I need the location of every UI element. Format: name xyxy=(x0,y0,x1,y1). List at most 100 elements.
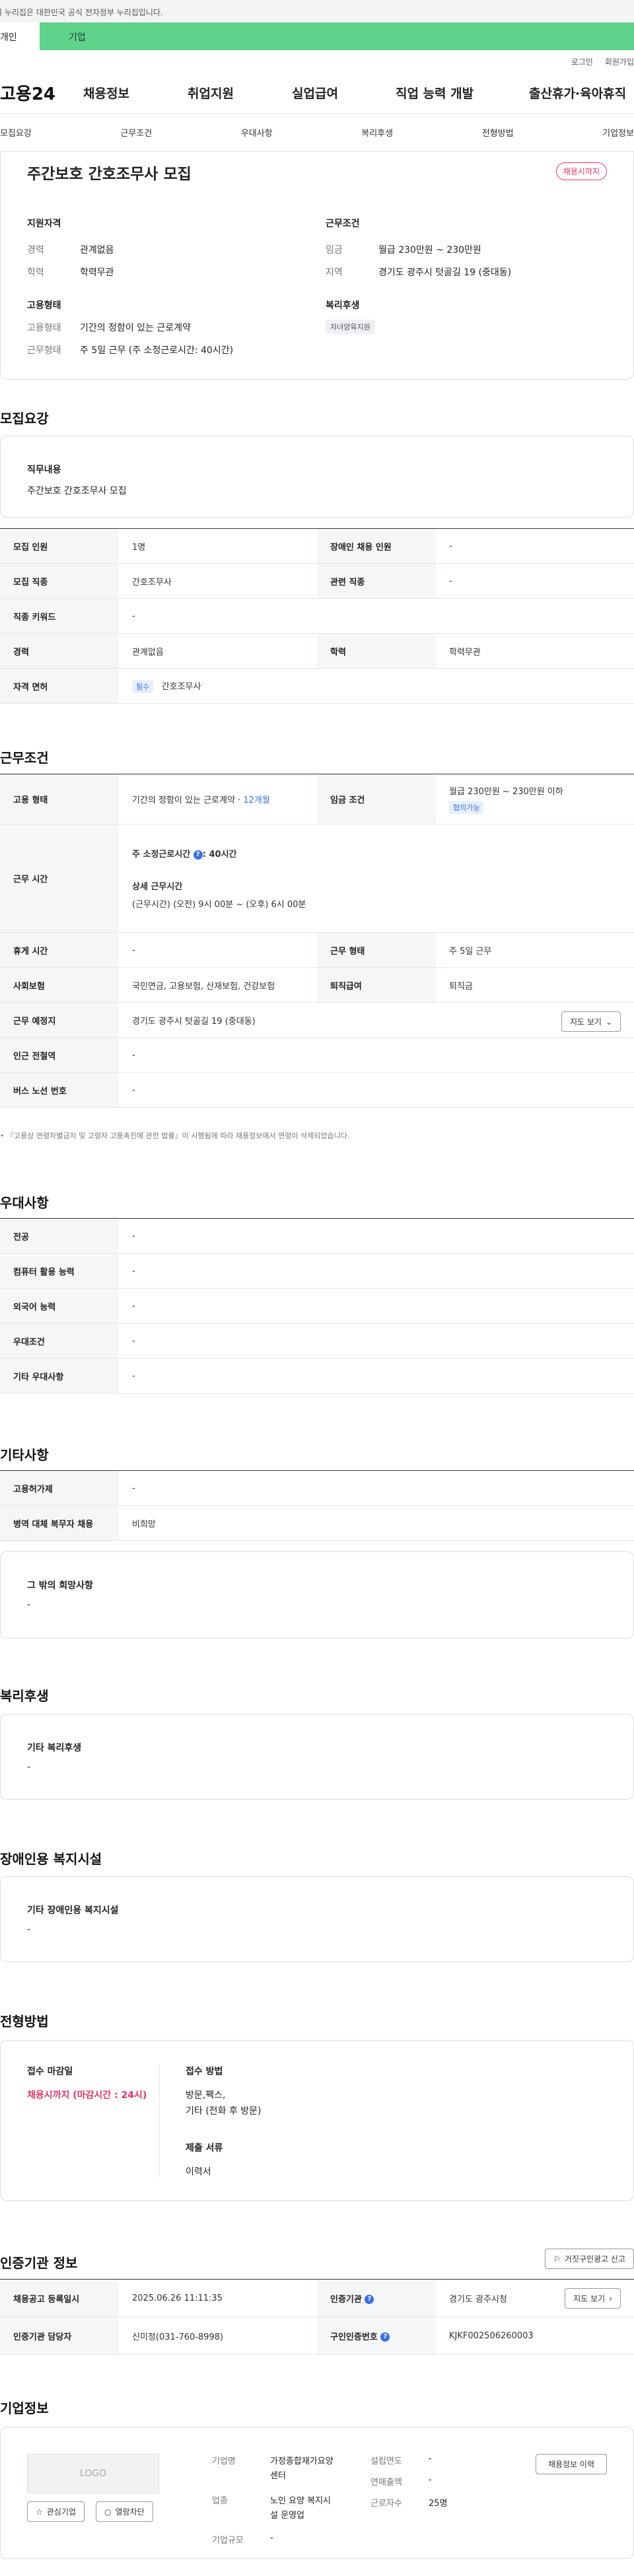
anchor-conditions[interactable]: 근무조건 xyxy=(120,126,152,139)
table-value: - xyxy=(119,1470,634,1506)
wage-label: 임금 xyxy=(326,245,343,255)
qualification-list: 경력 관계없음 학력 학력무관 xyxy=(27,243,114,288)
table-row: 사회보험 국민연금, 고용보험, 산재보험, 건강보험 퇴직급여 퇴직금 xyxy=(0,967,634,1003)
number-key: 구인인증번호 ? xyxy=(317,2317,436,2355)
table-value: 국민연금, 고용보험, 산재보험, 건강보험 xyxy=(119,967,317,1003)
place-cell: 경기도 광주시 텃골길 19 (중대동) 지도 보기 ⌄ xyxy=(119,1002,634,1038)
table-key: 컴퓨터 활용 능력 xyxy=(0,1253,119,1289)
table-key: 휴게 시간 xyxy=(0,932,119,968)
emp-type-key: 고용 형태 xyxy=(0,774,119,825)
conditions-list: 임금 월급 230만원 ~ 230만원 지역 경기도 광주시 텃골길 19 (중대동… xyxy=(326,243,511,288)
welfare-chip: 자녀양육지원 xyxy=(326,320,375,334)
detail-hours-label: 상세 근무시간 xyxy=(132,882,183,892)
gnb-item-support[interactable]: 취업지원 xyxy=(188,84,292,102)
agency-section-title: 인증기관 정보 xyxy=(0,2255,78,2271)
table-row: 경력 관계없음 학력 학력무관 xyxy=(0,633,634,669)
job-history-button[interactable]: 채용정보 이력 xyxy=(535,2454,607,2474)
table-value: - xyxy=(119,1323,634,1359)
industry-value-2: 설 운영업 xyxy=(270,2511,304,2521)
agency-cell: 경기도 광주시청 지도 보기 › xyxy=(436,2279,634,2317)
sales-value: - xyxy=(429,2475,432,2485)
method-value-2: 기타 (전화 후 방문) xyxy=(186,2106,262,2117)
user-type-tabs: 개인 기업 xyxy=(0,22,634,50)
emp-type-text: 기간의 정함이 있는 근로계약 · xyxy=(132,796,241,805)
hope-value: - xyxy=(27,1600,31,1610)
anchor-company[interactable]: 기업정보 xyxy=(602,126,634,139)
detail-hours-value: (근무시간) (오전) 9시 00분 ~ (오후) 6시 00분 xyxy=(132,900,306,910)
size-value: - xyxy=(270,2533,273,2543)
table-value: - xyxy=(119,1072,634,1108)
info-icon[interactable]: ? xyxy=(193,850,203,860)
table-key: 버스 노선 번호 xyxy=(0,1072,119,1108)
table-row: 버스 노선 번호 - xyxy=(0,1072,634,1108)
table-key: 인증기관 담당자 xyxy=(0,2317,119,2355)
tab-personal[interactable]: 개인 xyxy=(0,22,40,50)
anchor-welfare[interactable]: 복리후생 xyxy=(361,126,393,139)
preference-table: 전공 - 컴퓨터 활용 능력 - 외국어 능력 - 우대조건 - 기타 우대사항 - xyxy=(0,1218,634,1394)
employment-title: 고용형태 xyxy=(27,300,61,311)
industry-label: 업종 xyxy=(212,2496,228,2506)
agency-value: 경기도 광주시청 xyxy=(449,2294,507,2305)
table-key: 병역 대체 복무자 채용 xyxy=(0,1505,119,1541)
wage-value: 월급 230만원 ~ 230만원 xyxy=(378,245,481,255)
map-button-label: 지도 보기 xyxy=(569,1017,602,1027)
table-key: 장애인 채용 인원 xyxy=(317,528,436,564)
page-title: 주간보호 간호조무사 모집 xyxy=(27,166,192,183)
info-icon[interactable]: ? xyxy=(365,2295,374,2304)
anchor-tabs: 모집요강 근무조건 우대사항 복리후생 전형방법 기업정보 xyxy=(0,114,634,152)
table-key: 근무 예정지 xyxy=(0,1002,119,1038)
table-row: 근무 예정지 경기도 광주시 텃골길 19 (중대동) 지도 보기 ⌄ xyxy=(0,1002,634,1038)
block-button-label: 열람차단 xyxy=(115,2507,145,2517)
table-value: - xyxy=(436,563,634,599)
gov-banner: 이 누리집은 대한민국 공식 전자정부 누리집입니다. xyxy=(0,0,634,22)
agency-table: 채용공고 등록일시 2025.06.26 11:11:35 인증기관 ? 경기도… xyxy=(0,2279,634,2355)
anchor-selection[interactable]: 전형방법 xyxy=(482,126,514,139)
table-key: 직종 키워드 xyxy=(0,598,119,634)
table-row: 근무 시간 주 소정근로시간 ?: 40시간 상세 근무시간 (근무시간) (오… xyxy=(0,824,634,933)
size-label: 기업규모 xyxy=(212,2536,244,2546)
gnb-item-training[interactable]: 직업 능력 개발 xyxy=(396,84,529,102)
company-section-title: 기업정보 xyxy=(0,2400,49,2416)
gnb-item-benefit[interactable]: 실업급여 xyxy=(292,84,396,102)
table-value: 학력무관 xyxy=(436,633,634,669)
table-row: 병역 대체 복무자 채용 비희망 xyxy=(0,1505,634,1541)
report-button[interactable]: ⚐ 거짓구인광고 신고 xyxy=(545,2249,634,2269)
agency-map-button[interactable]: 지도 보기 › xyxy=(565,2288,621,2309)
gnb-item-leave[interactable]: 출산휴가·육아휴직 xyxy=(529,84,626,102)
age-note: • 『고용상 연령차별금지 및 고령자 고용촉진에 관한 법률』이 시행됨에 따… xyxy=(0,1132,350,1140)
global-nav: 고용24 채용정보 취업지원 실업급여 직업 능력 개발 출산휴가·육아휴직 xyxy=(0,73,634,114)
hours-key: 근무 시간 xyxy=(0,824,119,933)
site-logo[interactable]: 고용24 xyxy=(0,81,83,105)
table-row: 인근 전철역 - xyxy=(0,1037,634,1073)
signup-link[interactable]: 회원가입 xyxy=(605,56,634,67)
docs-value: 이력서 xyxy=(186,2167,211,2177)
gnb-item-jobs[interactable]: 채용정보 xyxy=(83,84,188,102)
status-badge: 채용시까지 xyxy=(555,162,607,180)
table-value: 비희망 xyxy=(119,1505,634,1541)
anchor-recruit[interactable]: 모집요강 xyxy=(0,126,32,139)
wage-cell: 월급 230만원 ~ 230만원 이하 협의가능 xyxy=(436,774,634,825)
tab-company[interactable]: 기업 xyxy=(40,22,634,50)
selection-card: 접수 마감일 채용시까지 (마감시간 : 24시) 접수 방법 방문,팩스, 기… xyxy=(0,2040,634,2201)
conditions-title: 근무조건 xyxy=(326,219,360,229)
license-label: 자격 면허 xyxy=(0,668,119,704)
favorite-company-button[interactable]: ☆ 관심기업 xyxy=(27,2501,85,2522)
anchor-preference[interactable]: 우대사항 xyxy=(241,126,273,139)
place-value: 경기도 광주시 텃골길 19 (중대동) xyxy=(132,1016,256,1027)
disability-label: 기타 장애인용 복지시설 xyxy=(27,1905,119,1916)
table-key: 고용허가제 xyxy=(0,1470,119,1506)
welfare-section-title: 복리후생 xyxy=(0,1688,49,1704)
table-value: 관계없음 xyxy=(119,633,317,669)
login-link[interactable]: 로그인 xyxy=(571,56,593,67)
welfare-label: 기타 복리후생 xyxy=(27,1743,82,1753)
info-icon[interactable]: ? xyxy=(380,2332,390,2342)
agency-map-button-label: 지도 보기 xyxy=(573,2294,606,2303)
table-value: - xyxy=(119,1037,634,1073)
agency-label: 인증기관 xyxy=(330,2294,362,2305)
table-value: - xyxy=(119,932,317,968)
table-row: 고용허가제 - xyxy=(0,1470,634,1506)
table-value: 퇴직금 xyxy=(436,967,634,1003)
table-value: 2025.06.26 11:11:35 xyxy=(119,2279,317,2317)
map-button[interactable]: 지도 보기 ⌄ xyxy=(561,1011,621,1032)
block-view-button[interactable]: ○ 열람차단 xyxy=(96,2501,153,2522)
